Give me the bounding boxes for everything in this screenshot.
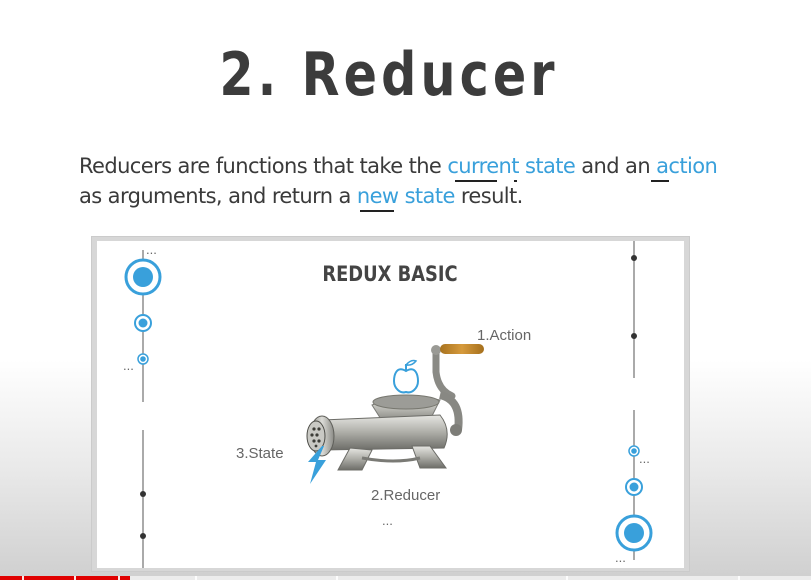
video-progress-fill <box>0 576 130 580</box>
dot-icon <box>140 491 146 497</box>
ellipsis: ... <box>123 358 134 373</box>
chapter-marker <box>22 576 24 580</box>
concentric-circle-icon <box>625 478 643 496</box>
chapter-marker <box>74 576 76 580</box>
dot-icon <box>631 333 637 339</box>
concentric-circle-icon <box>628 445 640 457</box>
chapter-marker <box>336 576 338 580</box>
concentric-circle-icon <box>124 258 162 296</box>
label-reducer: 2.Reducer <box>371 487 441 504</box>
ellipsis: ... <box>615 550 626 565</box>
label-state: 3.State <box>236 445 284 462</box>
chapter-marker <box>195 576 197 580</box>
diagram-title: REDUX BASIC <box>322 262 458 286</box>
chapter-marker <box>118 576 120 580</box>
ellipsis: ... <box>146 242 157 257</box>
concentric-circle-icon <box>134 314 152 332</box>
ellipsis: ... <box>639 451 650 466</box>
dot-icon <box>140 533 146 539</box>
ellipsis: ... <box>382 513 393 528</box>
video-progress-bar[interactable] <box>0 576 811 580</box>
label-action: 1.Action <box>477 327 532 344</box>
apple-icon <box>392 359 420 394</box>
concentric-circle-icon <box>615 514 653 552</box>
meat-grinder-illustration <box>306 344 484 471</box>
chapter-marker <box>738 576 740 580</box>
concentric-circle-icon <box>137 353 149 365</box>
dot-icon <box>631 255 637 261</box>
chapter-marker <box>566 576 568 580</box>
